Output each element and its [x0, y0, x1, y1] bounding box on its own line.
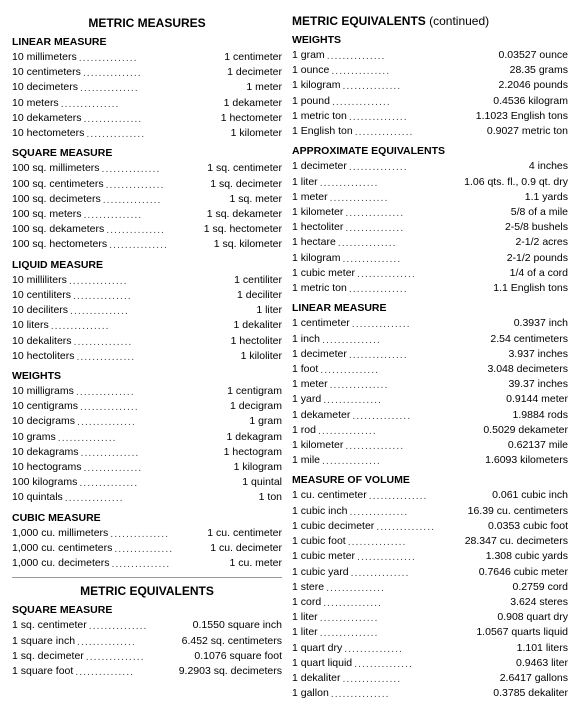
table-row: 1 square inch ............... 6.452 sq. …	[12, 634, 282, 649]
table-row: 1 sq. centimeter ............... 0.1550 …	[12, 618, 282, 633]
divider-left	[12, 577, 282, 578]
right-column: METRIC EQUIVALENTS (continued) WEIGHTS 1…	[292, 10, 568, 702]
table-row: 1 cubic yard ............... 0.7646 cubi…	[292, 565, 568, 580]
table-row: 1 centimeter ............... 0.3937 inch	[292, 316, 568, 331]
table-row: 10 deciliters ............... 1 liter	[12, 303, 282, 318]
table-row: 100 sq. hectometers ............... 1 sq…	[12, 237, 282, 252]
table-row: 1 cubic meter ............... 1.308 cubi…	[292, 549, 568, 564]
table-row: 1 gram ............... 0.03527 ounce	[292, 48, 568, 63]
table-row: 100 kilograms ............... 1 quintal	[12, 475, 282, 490]
table-row: 1 quart dry ............... 1.101 liters	[292, 641, 568, 656]
table-row: 10 centiliters ............... 1 decilit…	[12, 288, 282, 303]
table-row: 10 dekagrams ............... 1 hectogram	[12, 445, 282, 460]
table-row: 100 sq. centimeters ............... 1 sq…	[12, 177, 282, 192]
table-row: 10 decigrams ............... 1 gram	[12, 414, 282, 429]
left-square-title: SQUARE MEASURE	[12, 147, 282, 159]
table-row: 10 hectograms ............... 1 kilogram	[12, 460, 282, 475]
table-row: 1 cu. centimeter ............... 0.061 c…	[292, 488, 568, 503]
table-row: 10 grams ............... 1 dekagram	[12, 430, 282, 445]
table-row: 10 hectoliters ............... 1 kilolit…	[12, 349, 282, 364]
table-row: 1 cubic decimeter ............... 0.0353…	[292, 519, 568, 534]
right-volume-section: 1 cu. centimeter ............... 0.061 c…	[292, 488, 568, 701]
table-row: 1 quart liquid ............... 0.9463 li…	[292, 656, 568, 671]
table-row: 100 sq. millimeters ............... 1 sq…	[12, 161, 282, 176]
table-row: 1 kilogram ............... 2.2046 pounds	[292, 78, 568, 93]
table-row: 1 cubic foot ............... 28.347 cu. …	[292, 534, 568, 549]
table-row: 1 meter ............... 39.37 inches	[292, 377, 568, 392]
right-linear-section: 1 centimeter ............... 0.3937 inch…	[292, 316, 568, 468]
table-row: 100 sq. decimeters ............... 1 sq.…	[12, 192, 282, 207]
table-row: 10 meters ............... 1 dekameter	[12, 96, 282, 111]
table-row: 1,000 cu. centimeters ............... 1 …	[12, 541, 282, 556]
table-row: 10 quintals ............... 1 ton	[12, 490, 282, 505]
table-row: 1 cord ............... 3.624 steres	[292, 595, 568, 610]
table-row: 1 inch ............... 2.54 centimeters	[292, 332, 568, 347]
table-row: 10 milligrams ............... 1 centigra…	[12, 384, 282, 399]
right-volume-title: MEASURE OF VOLUME	[292, 474, 568, 486]
left-liquid-section: 10 milliliters ............... 1 centili…	[12, 273, 282, 364]
table-row: 1 decimeter ............... 3.937 inches	[292, 347, 568, 362]
table-row: 1 yard ............... 0.9144 meter	[292, 392, 568, 407]
table-row: 10 milliliters ............... 1 centili…	[12, 273, 282, 288]
left-bottom-title: METRIC EQUIVALENTS	[12, 584, 282, 598]
table-row: 1 meter ............... 1.1 yards	[292, 190, 568, 205]
right-weights-section: 1 gram ............... 0.03527 ounce 1 o…	[292, 48, 568, 139]
table-row: 1 liter ............... 0.908 quart dry	[292, 610, 568, 625]
table-row: 1 ounce ............... 28.35 grams	[292, 63, 568, 78]
left-linear-section: 10 millimeters ............... 1 centime…	[12, 50, 282, 141]
table-row: 1 hectoliter ............... 2-5/8 bushe…	[292, 220, 568, 235]
left-column: METRIC MEASURES LINEAR MEASURE 10 millim…	[12, 10, 282, 702]
table-row: 1 hectare ............... 2-1/2 acres	[292, 235, 568, 250]
left-cubic-section: 1,000 cu. millimeters ............... 1 …	[12, 526, 282, 572]
left-linear-title: LINEAR MEASURE	[12, 36, 282, 48]
left-square-section: 100 sq. millimeters ............... 1 sq…	[12, 161, 282, 252]
table-row: 1 metric ton ............... 1.1 English…	[292, 281, 568, 296]
table-row: 1 kilometer ............... 0.62137 mile	[292, 438, 568, 453]
table-row: 10 dekameters ............... 1 hectomet…	[12, 111, 282, 126]
table-row: 1 square foot ............... 9.2903 sq.…	[12, 664, 282, 679]
left-weights-section: 10 milligrams ............... 1 centigra…	[12, 384, 282, 506]
table-row: 1 gallon ............... 0.3785 dekalite…	[292, 686, 568, 701]
table-row: 1 kilometer ............... 5/8 of a mil…	[292, 205, 568, 220]
table-row: 1 dekaliter ............... 2.6417 gallo…	[292, 671, 568, 686]
table-row: 1 decimeter ............... 4 inches	[292, 159, 568, 174]
table-row: 100 sq. meters ............... 1 sq. dek…	[12, 207, 282, 222]
left-bottom-square-title: SQUARE MEASURE	[12, 604, 282, 616]
right-main-title: METRIC EQUIVALENTS (continued)	[292, 14, 568, 28]
table-row: 1,000 cu. decimeters ............... 1 c…	[12, 556, 282, 571]
table-row: 1 sq. decimeter ............... 0.1076 s…	[12, 649, 282, 664]
table-row: 100 sq. dekameters ............... 1 sq.…	[12, 222, 282, 237]
table-row: 1 liter ............... 1.06 qts. fl., 0…	[292, 175, 568, 190]
left-bottom-section: 1 sq. centimeter ............... 0.1550 …	[12, 618, 282, 679]
table-row: 10 millimeters ............... 1 centime…	[12, 50, 282, 65]
table-row: 1 dekameter ............... 1.9884 rods	[292, 408, 568, 423]
table-row: 1 English ton ............... 0.9027 met…	[292, 124, 568, 139]
table-row: 10 liters ............... 1 dekaliter	[12, 318, 282, 333]
table-row: 1 rod ............... 0.5029 dekameter	[292, 423, 568, 438]
left-liquid-title: LIQUID MEASURE	[12, 259, 282, 271]
table-row: 10 centimeters ............... 1 decimet…	[12, 65, 282, 80]
left-main-title: METRIC MEASURES	[12, 16, 282, 30]
table-row: 1,000 cu. millimeters ............... 1 …	[12, 526, 282, 541]
table-row: 10 hectometers ............... 1 kilomet…	[12, 126, 282, 141]
right-approx-section: 1 decimeter ............... 4 inches 1 l…	[292, 159, 568, 296]
table-row: 1 kilogram ............... 2-1/2 pounds	[292, 251, 568, 266]
table-row: 10 centigrams ............... 1 decigram	[12, 399, 282, 414]
right-approx-title: APPROXIMATE EQUIVALENTS	[292, 145, 568, 157]
right-linear-title: LINEAR MEASURE	[292, 302, 568, 314]
table-row: 1 mile ............... 1.6093 kilometers	[292, 453, 568, 468]
left-weights-title: WEIGHTS	[12, 370, 282, 382]
table-row: 1 foot ............... 3.048 decimeters	[292, 362, 568, 377]
right-weights-title: WEIGHTS	[292, 34, 568, 46]
table-row: 1 stere ............... 0.2759 cord	[292, 580, 568, 595]
table-row: 1 metric ton ............... 1.1023 Engl…	[292, 109, 568, 124]
left-cubic-title: CUBIC MEASURE	[12, 512, 282, 524]
table-row: 10 decimeters ............... 1 meter	[12, 80, 282, 95]
table-row: 1 cubic inch ............... 16.39 cu. c…	[292, 504, 568, 519]
table-row: 1 liter ............... 1.0567 quarts li…	[292, 625, 568, 640]
table-row: 10 dekaliters ............... 1 hectolit…	[12, 334, 282, 349]
table-row: 1 cubic meter ............... 1/4 of a c…	[292, 266, 568, 281]
table-row: 1 pound ............... 0.4536 kilogram	[292, 94, 568, 109]
